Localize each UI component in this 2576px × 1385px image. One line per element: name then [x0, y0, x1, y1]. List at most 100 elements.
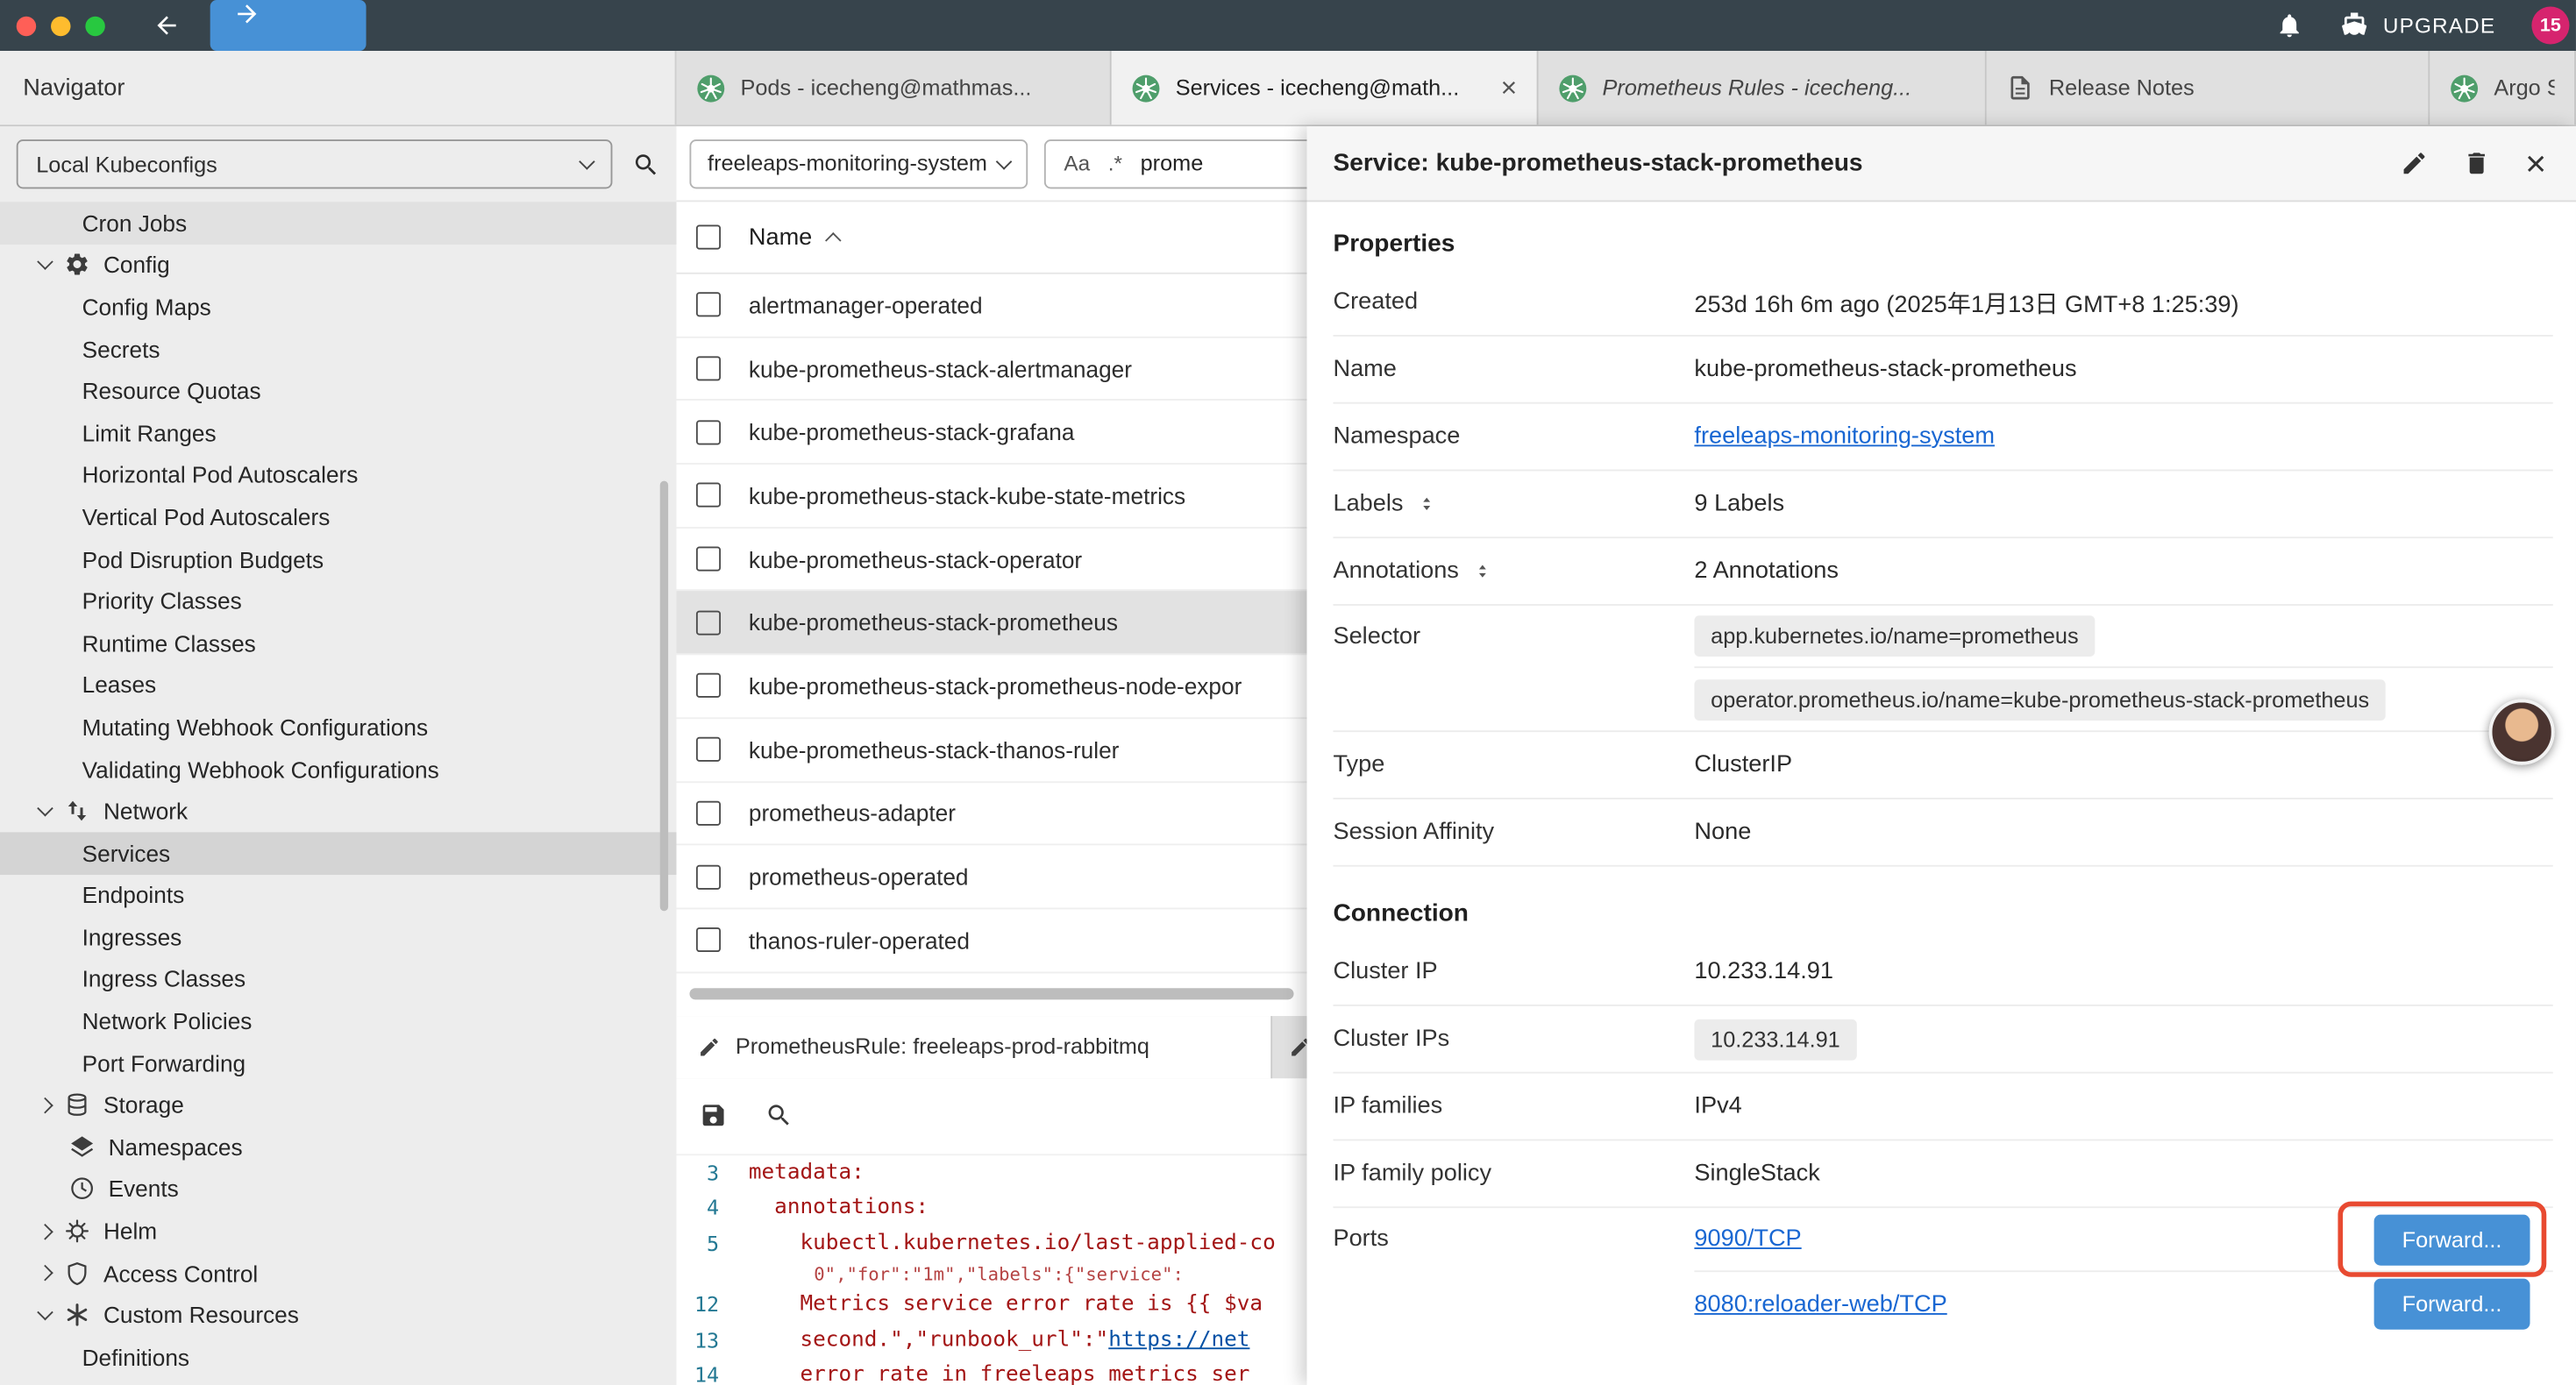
sidebar-item-ingresses[interactable]: Ingresses — [0, 916, 676, 958]
table-row[interactable]: prometheus-operated — [676, 846, 1306, 909]
editor-line-folded: 0","for":"1m","labels":{"service": — [676, 1261, 1306, 1287]
upgrade-button[interactable]: UPGRADE — [2338, 11, 2495, 40]
table-row-selected[interactable]: kube-prometheus-stack-prometheus — [676, 592, 1306, 655]
services-search-box[interactable]: Aa .* — [1044, 138, 1307, 188]
sidebar-item-endpoints[interactable]: Endpoints — [0, 874, 676, 916]
row-checkbox[interactable] — [696, 356, 721, 380]
sidebar-scrollbar-thumb[interactable] — [660, 481, 668, 912]
sidebar-item-secrets[interactable]: Secrets — [0, 328, 676, 370]
sidebar-group-access-control[interactable]: Access Control — [0, 1252, 676, 1294]
expand-toggle-icon[interactable] — [1415, 493, 1438, 515]
sidebar-item-runtime-classes[interactable]: Runtime Classes — [0, 622, 676, 664]
horizontal-scrollbar-thumb[interactable] — [689, 987, 1293, 998]
tab-pods[interactable]: Pods - icecheng@mathmas... — [676, 51, 1111, 124]
row-checkbox[interactable] — [696, 737, 721, 762]
notification-count-badge[interactable]: 15 — [2531, 6, 2569, 44]
expand-toggle-icon[interactable] — [1470, 560, 1493, 583]
table-row[interactable]: kube-prometheus-stack-kube-state-metrics — [676, 465, 1306, 528]
sidebar-item-priority-classes[interactable]: Priority Classes — [0, 580, 676, 622]
sidebar-search-icon[interactable] — [632, 150, 660, 178]
table-row[interactable]: kube-prometheus-stack-operator — [676, 528, 1306, 591]
column-header-name[interactable]: Name — [749, 224, 838, 251]
detail-header: Service: kube-prometheus-stack-prometheu… — [1307, 126, 2576, 202]
sidebar-group-helm[interactable]: Helm — [0, 1211, 676, 1253]
sidebar-item-cron-jobs[interactable]: Cron Jobs — [0, 202, 676, 244]
search-input[interactable] — [1141, 151, 1256, 175]
select-all-checkbox[interactable] — [696, 225, 721, 250]
table-row[interactable]: prometheus-adapter — [676, 782, 1306, 845]
sidebar-item-services[interactable]: Services — [0, 832, 676, 874]
row-checkbox[interactable] — [696, 927, 721, 952]
sidebar-group-config[interactable]: Config — [0, 244, 676, 286]
detail-row-cluster-ip: Cluster IP 10.233.14.91 — [1333, 939, 2552, 1006]
sidebar-item-config-maps[interactable]: Config Maps — [0, 286, 676, 328]
forward-button-9090[interactable]: Forward... — [2374, 1214, 2530, 1265]
sidebar-item-ingress-classes[interactable]: Ingress Classes — [0, 958, 676, 1000]
window-titlebar: UPGRADE 15 — [0, 0, 2576, 51]
sidebar-item-resource-quotas[interactable]: Resource Quotas — [0, 370, 676, 412]
sidebar-item-vertical-pod-autoscalers[interactable]: Vertical Pod Autoscalers — [0, 496, 676, 538]
row-checkbox[interactable] — [696, 674, 721, 699]
close-window-button[interactable] — [17, 16, 36, 35]
sidebar-item-port-forwarding[interactable]: Port Forwarding — [0, 1042, 676, 1084]
sidebar-item-leases[interactable]: Leases — [0, 664, 676, 706]
sidebar-group-network[interactable]: Network — [0, 790, 676, 832]
editor-line: 12 Metrics service error rate is {{ $va — [676, 1287, 1306, 1322]
namespace-selector[interactable]: freeleaps-monitoring-system — [689, 138, 1028, 188]
forward-button-8080[interactable]: Forward... — [2374, 1279, 2530, 1330]
table-row[interactable]: kube-prometheus-stack-alertmanager — [676, 337, 1306, 401]
sidebar-item-pod-disruption-budgets[interactable]: Pod Disruption Budgets — [0, 538, 676, 580]
avatar[interactable] — [2489, 700, 2555, 765]
sidebar-item-limit-ranges[interactable]: Limit Ranges — [0, 412, 676, 454]
row-checkbox[interactable] — [696, 864, 721, 889]
table-row[interactable]: kube-prometheus-stack-prometheus-node-ex… — [676, 655, 1306, 718]
tab-release-notes[interactable]: Release Notes — [1987, 51, 2430, 124]
edit-pencil-icon[interactable] — [2401, 149, 2429, 177]
port-link-9090[interactable]: 9090/TCP — [1694, 1226, 1801, 1253]
sidebar-item-validating-webhook-configurations[interactable]: Validating Webhook Configurations — [0, 748, 676, 790]
sidebar-item-horizontal-pod-autoscalers[interactable]: Horizontal Pod Autoscalers — [0, 454, 676, 496]
delete-trash-icon[interactable] — [2463, 149, 2491, 177]
service-detail-panel: Service: kube-prometheus-stack-prometheu… — [1307, 126, 2576, 1385]
dock-tab-prometheus-rule[interactable]: PrometheusRule: freeleaps-prod-rabbitmq — [676, 1015, 1272, 1077]
sidebar-item-namespaces[interactable]: Namespaces — [0, 1126, 676, 1168]
close-tab-icon[interactable]: × — [1501, 74, 1518, 102]
save-icon[interactable] — [700, 1102, 728, 1130]
table-row[interactable]: kube-prometheus-stack-thanos-ruler — [676, 719, 1306, 782]
row-checkbox[interactable] — [696, 420, 721, 444]
sidebar-item-definitions[interactable]: Definitions — [0, 1336, 676, 1378]
close-panel-icon[interactable]: × — [2525, 146, 2546, 181]
kubernetes-cluster-icon — [1131, 73, 1161, 103]
sidebar-item-events[interactable]: Events — [0, 1168, 676, 1211]
tab-prometheus-rules[interactable]: Prometheus Rules - icecheng... — [1539, 51, 1987, 124]
tab-services[interactable]: Services - icecheng@math... × — [1112, 51, 1539, 124]
kubeconfig-selector[interactable]: Local Kubeconfigs — [17, 139, 613, 188]
table-row[interactable]: alertmanager-operated — [676, 274, 1306, 337]
maximize-window-button[interactable] — [85, 16, 104, 35]
row-checkbox[interactable] — [696, 483, 721, 508]
sidebar-item-network-policies[interactable]: Network Policies — [0, 1000, 676, 1042]
row-checkbox[interactable] — [696, 800, 721, 825]
sidebar-group-custom-resources[interactable]: Custom Resources — [0, 1294, 676, 1336]
sidebar-item-mutating-webhook-configurations[interactable]: Mutating Webhook Configurations — [0, 706, 676, 748]
table-row[interactable]: thanos-ruler-operated — [676, 909, 1306, 972]
row-checkbox[interactable] — [696, 293, 721, 317]
sidebar-group-storage[interactable]: Storage — [0, 1084, 676, 1126]
port-link-8080[interactable]: 8080:reloader-web/TCP — [1694, 1291, 1946, 1318]
namespace-link[interactable]: freeleaps-monitoring-system — [1694, 423, 1995, 450]
row-checkbox[interactable] — [696, 610, 721, 635]
notifications-bell-icon[interactable] — [2274, 11, 2302, 39]
annotations-count: 2 Annotations — [1694, 558, 1839, 585]
match-case-toggle[interactable]: Aa — [1064, 151, 1090, 175]
table-row[interactable]: kube-prometheus-stack-grafana — [676, 401, 1306, 465]
editor-search-icon[interactable] — [765, 1102, 793, 1130]
regex-toggle[interactable]: .* — [1108, 151, 1122, 175]
dock-tab-partial[interactable] — [1272, 1015, 1306, 1077]
minimize-window-button[interactable] — [51, 16, 70, 35]
row-checkbox[interactable] — [696, 547, 721, 572]
yaml-editor[interactable]: 3metadata: 4 annotations: 5 kubectl.kube… — [676, 1154, 1306, 1385]
tab-argo[interactable]: Argo S — [2430, 51, 2576, 124]
clock-icon — [69, 1176, 96, 1203]
forward-button[interactable] — [210, 0, 366, 51]
back-button[interactable] — [153, 11, 181, 39]
